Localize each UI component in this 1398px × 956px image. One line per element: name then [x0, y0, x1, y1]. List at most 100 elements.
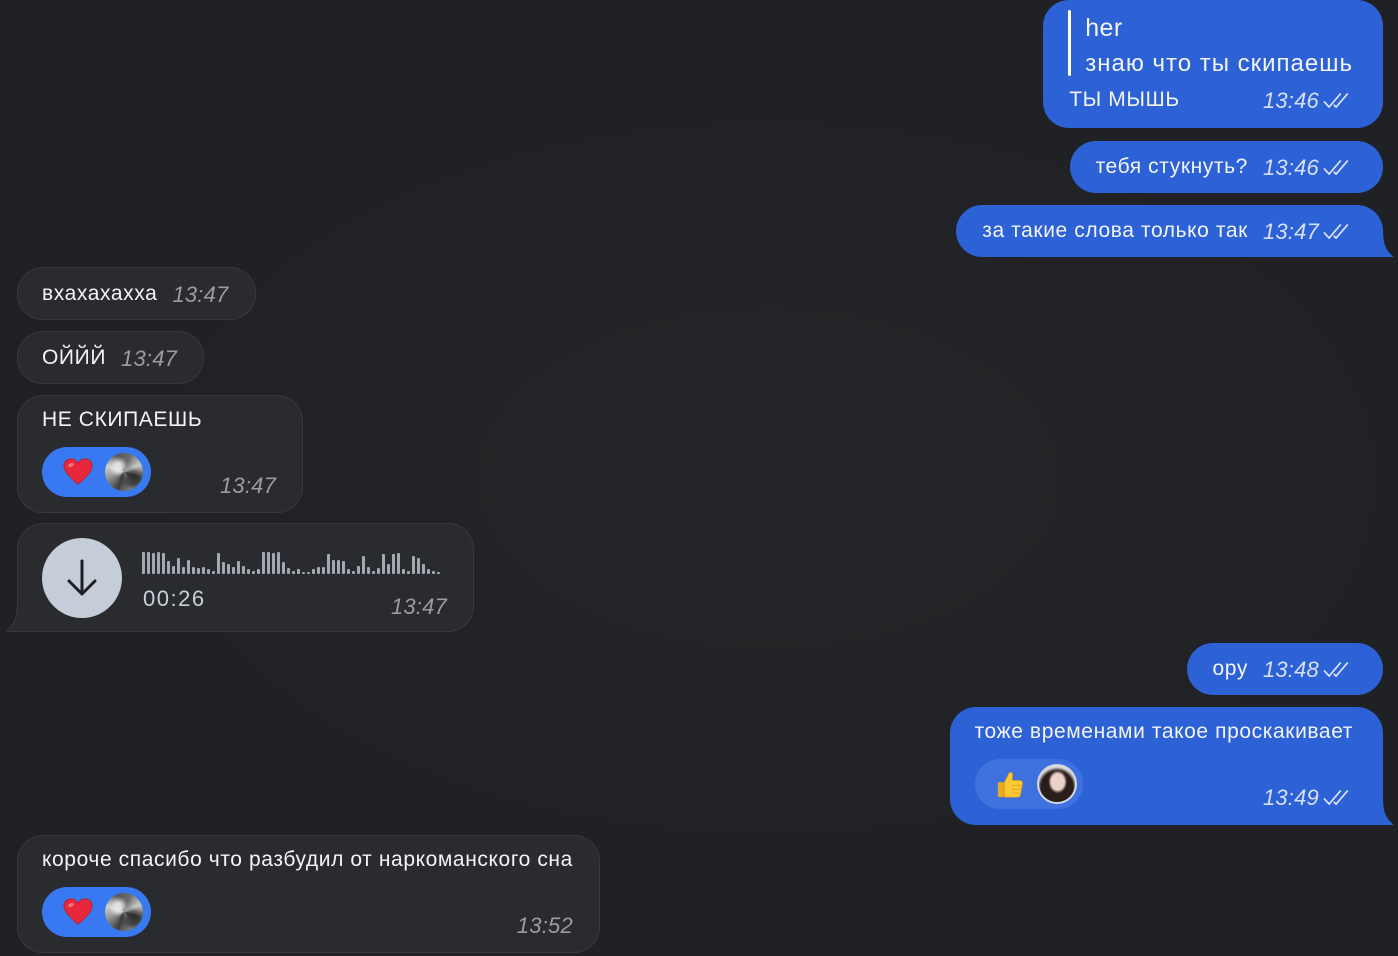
reaction-row: 13:47: [42, 447, 277, 498]
chat-history[interactable]: her знаю что ты скипаешь ТЫ МЫШЬ 13:46 т…: [0, 0, 1398, 956]
waveform-bar: [337, 560, 340, 574]
reaction-pill[interactable]: [42, 447, 151, 497]
waveform-bar: [367, 567, 370, 574]
bubble-tail: [6, 605, 29, 632]
message-bubble-outgoing[interactable]: тебя стукнуть? 13:46: [1069, 141, 1383, 193]
waveform-bar: [202, 567, 205, 574]
message-bubble-outgoing[interactable]: тоже временами такое проскакивает 13:49: [949, 707, 1394, 825]
message-text: тоже временами такое проскакивает: [974, 720, 1353, 743]
message-bubble-incoming[interactable]: НЕ СКИПАЕШЬ 13:47: [17, 395, 304, 513]
message-text: за такие слова только так: [982, 219, 1248, 242]
waveform-bar: [192, 567, 195, 574]
waveform-bar: [142, 552, 145, 574]
message-time: 13:48: [1262, 657, 1319, 682]
message-time: 13:47: [220, 473, 277, 498]
waveform-bar: [262, 552, 265, 574]
voice-download-button[interactable]: [42, 538, 122, 618]
waveform-bar: [332, 560, 335, 574]
double-check-icon: [1323, 93, 1349, 108]
waveform-bar: [407, 571, 410, 574]
cat-avatar: [105, 453, 143, 491]
red-heart-icon: [63, 458, 93, 485]
message-time: 13:47: [121, 345, 178, 371]
waveform-bar: [207, 569, 210, 574]
waveform-bar: [267, 552, 270, 574]
waveform-bar: [217, 553, 220, 574]
thumbs-up-icon: [996, 772, 1023, 798]
waveform-bar: [412, 556, 415, 574]
waveform-bar: [167, 561, 170, 574]
waveform-bar: [287, 568, 290, 574]
waveform-bar: [162, 553, 165, 574]
double-check-icon: [1323, 160, 1349, 175]
waveform-bar: [247, 569, 250, 574]
waveform-bar: [352, 571, 355, 574]
message-text: ору: [1212, 657, 1248, 680]
message-bubble-outgoing[interactable]: her знаю что ты скипаешь ТЫ МЫШЬ 13:46: [1043, 0, 1383, 128]
bubble-tail: [1372, 799, 1394, 825]
message-text: ТЫ МЫШЬ: [1069, 88, 1180, 111]
bubble-tail: [1372, 231, 1394, 257]
waveform-bar: [152, 553, 155, 574]
reply-text: знаю что ты скипаешь: [1085, 50, 1353, 77]
waveform-bar: [222, 562, 225, 574]
message-bubble-outgoing[interactable]: ору 13:48: [1186, 643, 1383, 695]
message-time: 13:47: [172, 281, 229, 307]
message-text: ОЙЙЙ: [42, 345, 107, 369]
girl-avatar: [1036, 764, 1077, 804]
waveform-bar: [392, 554, 395, 574]
reaction-pill[interactable]: [42, 887, 151, 937]
message-bubble-incoming[interactable]: короче спасибо что разбудил от наркоманс…: [17, 835, 600, 953]
reply-author: her: [1085, 14, 1123, 42]
waveform-bar: [357, 566, 360, 574]
message-meta: 13:46: [1263, 155, 1353, 181]
download-arrow-icon: [67, 559, 97, 596]
waveform-bar: [302, 572, 305, 574]
red-heart-icon: [63, 898, 93, 925]
reply-quote-bar: [1068, 10, 1072, 76]
waveform-bar: [172, 566, 175, 574]
message-bubble-incoming[interactable]: вхахахахха 13:47: [17, 267, 256, 320]
waveform-bar: [347, 569, 350, 574]
message-time: 13:49: [1262, 785, 1319, 810]
waveform-bar: [232, 567, 235, 574]
waveform-bar: [147, 552, 150, 574]
message-time: 13:46: [1262, 155, 1319, 180]
waveform-bar: [322, 567, 325, 574]
waveform-bar: [187, 560, 190, 574]
waveform-bar: [177, 558, 180, 574]
waveform-bar: [327, 554, 330, 574]
message-text: НЕ СКИПАЕШЬ: [42, 408, 203, 431]
voice-waveform[interactable]: [142, 551, 440, 574]
waveform-bar: [227, 564, 230, 574]
message-bubble-outgoing[interactable]: за такие слова только так 13:47: [956, 205, 1394, 257]
reaction-pill[interactable]: [974, 759, 1083, 809]
waveform-bar: [397, 553, 400, 574]
waveform-bar: [312, 569, 315, 574]
message-meta: 13:47: [391, 594, 447, 620]
double-check-icon: [1323, 224, 1349, 239]
waveform-bar: [157, 552, 160, 574]
message-time: 13:46: [1262, 88, 1319, 113]
voice-message-bubble[interactable]: 00:26 13:47: [6, 523, 474, 632]
voice-duration: 00:26: [143, 586, 206, 611]
message-row: ТЫ МЫШЬ 13:46: [1069, 87, 1353, 113]
waveform-bar: [402, 569, 405, 574]
cat-avatar: [105, 893, 143, 931]
waveform-bar: [282, 562, 285, 574]
message-time: 13:47: [390, 594, 447, 619]
message-meta: 13:52: [517, 913, 573, 939]
message-time: 13:47: [1262, 219, 1319, 244]
waveform-bar: [272, 553, 275, 574]
message-bubble-incoming[interactable]: ОЙЙЙ 13:47: [17, 331, 205, 384]
waveform-bar: [317, 567, 320, 574]
waveform-bar: [342, 561, 345, 574]
waveform-bar: [197, 568, 200, 574]
double-check-icon: [1323, 790, 1349, 805]
reply-quote[interactable]: her знаю что ты скипаешь: [1068, 10, 1353, 82]
waveform-bar: [417, 558, 420, 574]
message-meta: 13:47: [172, 282, 228, 308]
message-meta: 13:47: [1263, 219, 1353, 245]
message-text: короче спасибо что разбудил от наркоманс…: [42, 848, 573, 871]
waveform-bar: [212, 571, 215, 574]
